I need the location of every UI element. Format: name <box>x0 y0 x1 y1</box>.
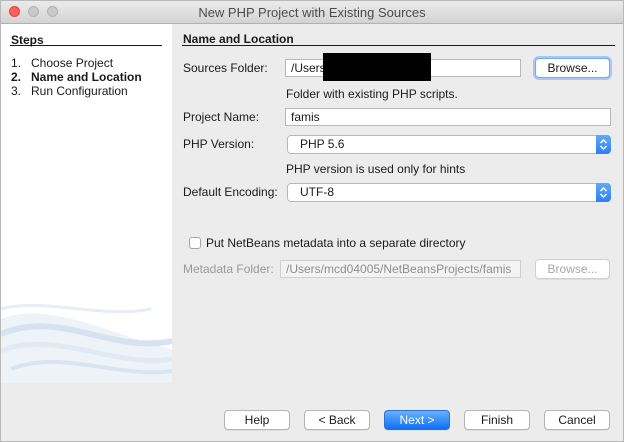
php-version-select[interactable]: PHP 5.6 <box>287 135 611 154</box>
back-button[interactable]: < Back <box>304 410 370 430</box>
panel-heading: Name and Location <box>183 32 294 46</box>
step-name-and-location: 2. Name and Location <box>11 70 142 84</box>
metadata-separate-directory-checkbox[interactable] <box>189 237 201 249</box>
next-button[interactable]: Next > <box>384 410 450 430</box>
help-button[interactable]: Help <box>224 410 290 430</box>
finish-button[interactable]: Finish <box>464 410 530 430</box>
window-title: New PHP Project with Existing Sources <box>198 5 426 20</box>
panel-divider <box>182 45 615 46</box>
browse-sources-button[interactable]: Browse... <box>535 58 610 78</box>
step-number: 3. <box>11 84 22 98</box>
step-run-configuration: 3. Run Configuration <box>11 84 128 98</box>
step-label: Choose Project <box>31 56 114 70</box>
sources-folder-label: Sources Folder: <box>183 61 268 75</box>
dropdown-arrows-icon[interactable] <box>596 183 611 202</box>
cancel-button[interactable]: Cancel <box>544 410 610 430</box>
metadata-folder-field[interactable]: /Users/mcd04005/NetBeansProjects/famis <box>280 260 521 278</box>
encoding-value: UTF-8 <box>300 185 334 199</box>
php-version-label: PHP Version: <box>183 137 255 151</box>
metadata-checkbox-label[interactable]: Put NetBeans metadata into a separate di… <box>206 236 465 250</box>
steps-divider <box>10 45 162 46</box>
default-encoding-label: Default Encoding: <box>183 185 278 199</box>
default-encoding-select[interactable]: UTF-8 <box>287 183 611 202</box>
step-choose-project: 1. Choose Project <box>11 56 113 70</box>
project-name-label: Project Name: <box>183 110 260 124</box>
browse-metadata-button[interactable]: Browse... <box>535 259 610 279</box>
dialog-window: New PHP Project with Existing Sources St… <box>0 0 624 442</box>
dropdown-arrows-icon[interactable] <box>596 135 611 154</box>
php-version-value: PHP 5.6 <box>300 137 345 151</box>
step-number: 1. <box>11 56 22 70</box>
project-name-field[interactable]: famis <box>285 108 611 126</box>
step-label: Name and Location <box>31 70 142 84</box>
metadata-folder-label: Metadata Folder: <box>183 262 274 276</box>
netbeans-swoosh-decoration <box>1 303 172 383</box>
sources-folder-hint: Folder with existing PHP scripts. <box>286 87 458 101</box>
redaction-block <box>323 53 431 81</box>
step-label: Run Configuration <box>31 84 128 98</box>
step-number: 2. <box>11 70 22 84</box>
steps-panel: Steps 1. Choose Project 2. Name and Locati… <box>1 24 172 383</box>
php-version-hint: PHP version is used only for hints <box>286 162 466 176</box>
title-bar[interactable]: New PHP Project with Existing Sources <box>1 1 623 24</box>
